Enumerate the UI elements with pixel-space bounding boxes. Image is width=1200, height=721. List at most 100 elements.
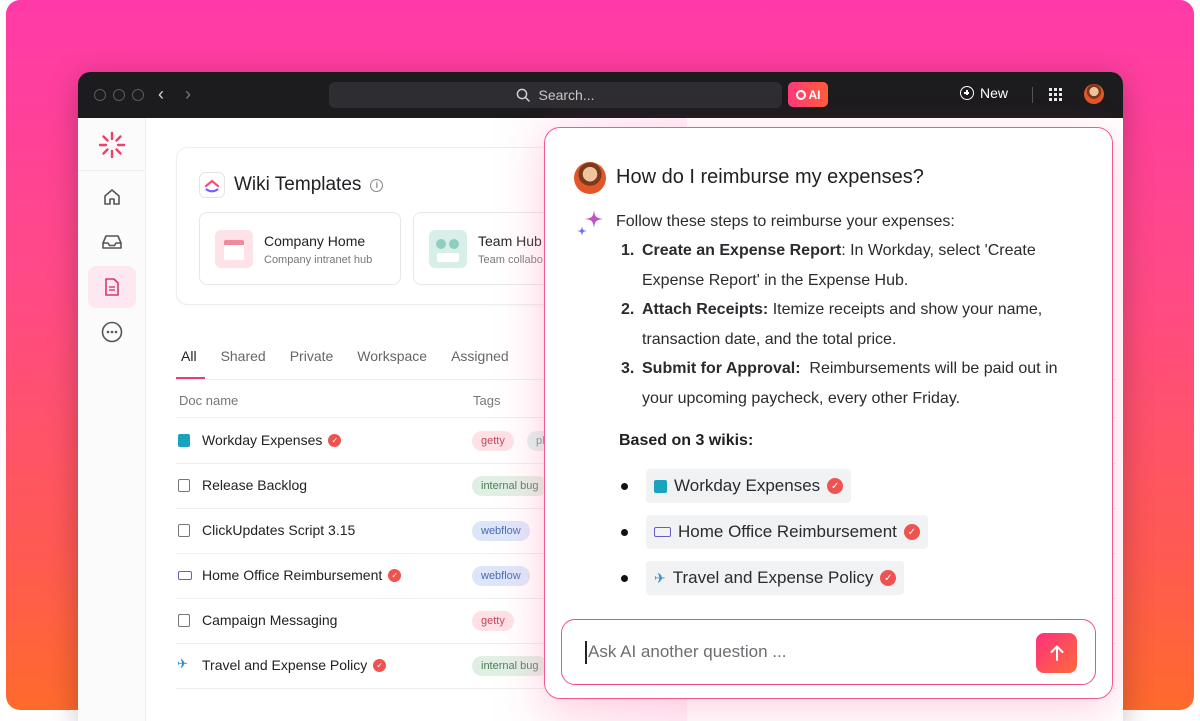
sidebar-divider: [78, 170, 146, 171]
tab-assigned[interactable]: Assigned: [451, 348, 509, 364]
sidebar-item-docs[interactable]: [88, 266, 136, 308]
wiki-templates-heading: Wiki Templates i: [199, 172, 384, 198]
sources-heading: Based on 3 wikis:: [619, 432, 754, 449]
workday-icon: [178, 434, 190, 447]
clickup-logo-icon[interactable]: [97, 130, 127, 160]
doc-icon: [178, 479, 190, 492]
bullet: [621, 574, 628, 582]
airplane-icon: ✈: [177, 656, 188, 671]
search-icon: [517, 88, 531, 102]
ask-ai-input[interactable]: [588, 638, 1028, 666]
source-link-travel-and-expense-policy[interactable]: ✈ Travel and Expense Policy ✓: [646, 561, 905, 595]
template-company-home[interactable]: Company Home Company intranet hub: [199, 212, 401, 285]
search-bar[interactable]: Search...: [329, 82, 782, 108]
step-number: 3.: [621, 360, 635, 377]
more-icon: [101, 321, 123, 343]
tag-chip[interactable]: getty: [472, 611, 514, 631]
apps-grid-icon[interactable]: [1049, 88, 1062, 101]
source-name: Home Office Reimbursement: [678, 522, 897, 541]
doc-name-text: Campaign Messaging: [202, 612, 338, 628]
plus-circle-icon: [960, 86, 974, 100]
doc-name-text: Travel and Expense Policy: [202, 657, 368, 673]
answer-step: 3. Submit for Approval: Reimbursements w…: [621, 354, 1091, 413]
search-placeholder: Search...: [538, 87, 595, 103]
doc-name-text: Release Backlog: [202, 477, 308, 493]
doc-icon: [178, 614, 190, 627]
doc-name: ClickUpdates Script 3.15: [202, 522, 355, 538]
window-close-control[interactable]: [94, 89, 106, 101]
title-bar: ‹ › Search... AI New: [78, 72, 1123, 118]
step-number: 1.: [621, 242, 635, 259]
airplane-icon: ✈: [654, 569, 666, 586]
arrow-up-icon: [1050, 645, 1063, 661]
step-title: Create an Expense Report: [642, 242, 842, 259]
wiki-templates-title: Wiki Templates: [234, 174, 362, 195]
sidebar-item-more[interactable]: [88, 311, 136, 353]
answer-step: 2. Attach Receipts: Itemize receipts and…: [621, 295, 1091, 354]
verified-icon: ✓: [388, 568, 402, 582]
answer-step: 1. Create an Expense Report: In Workday,…: [621, 236, 1091, 295]
sidebar-item-inbox[interactable]: [88, 221, 136, 263]
source-item: ✈ Travel and Expense Policy ✓: [621, 561, 905, 595]
back-arrow-icon[interactable]: ‹: [158, 84, 164, 105]
tag-chip[interactable]: internal bug: [472, 656, 548, 676]
ai-button[interactable]: AI: [788, 82, 828, 107]
step-text: Attach Receipts: Itemize receipts and sh…: [642, 295, 1091, 354]
source-name: Workday Expenses: [674, 476, 821, 495]
source-item: Workday Expenses ✓: [621, 469, 852, 503]
doc-name-text: Home Office Reimbursement: [202, 567, 383, 583]
tab-private[interactable]: Private: [290, 348, 334, 364]
tab-workspace[interactable]: Workspace: [357, 348, 427, 364]
doc-name: Campaign Messaging: [202, 612, 337, 628]
template-name: Team Hub: [478, 233, 542, 249]
tag-chip[interactable]: webflow: [472, 566, 530, 586]
sidebar: [78, 118, 146, 721]
new-button[interactable]: New: [960, 85, 1008, 101]
step-number: 2.: [621, 301, 635, 318]
tag-chip[interactable]: internal bug: [472, 476, 548, 496]
step-title: Submit for Approval:: [642, 360, 801, 377]
doc-icon: [178, 524, 190, 537]
tab-shared[interactable]: Shared: [221, 348, 266, 364]
clickup-mark-icon: [199, 172, 225, 198]
window-zoom-control[interactable]: [132, 89, 144, 101]
inbox-icon: [102, 235, 122, 249]
ai-label: AI: [808, 87, 821, 102]
template-name: Company Home: [264, 233, 366, 249]
verified-icon: ✓: [373, 658, 387, 672]
tab-all[interactable]: All: [181, 348, 197, 364]
info-icon[interactable]: i: [370, 178, 384, 192]
doc-name: Release Backlog: [202, 477, 307, 493]
tag-chip[interactable]: webflow: [472, 521, 530, 541]
user-avatar: [574, 162, 606, 194]
column-header-doc-name[interactable]: Doc name: [179, 393, 238, 408]
source-name: Travel and Expense Policy: [672, 568, 874, 587]
keyboard-icon: [654, 527, 671, 537]
verified-icon: ✓: [328, 433, 342, 447]
source-link-workday-expenses[interactable]: Workday Expenses ✓: [646, 469, 852, 503]
template-subtitle: Team collabo: [478, 254, 543, 266]
verified-icon: ✓: [903, 524, 920, 540]
send-button[interactable]: [1036, 633, 1077, 673]
source-link-home-office-reimbursement[interactable]: Home Office Reimbursement ✓: [646, 515, 928, 549]
template-subtitle: Company intranet hub: [264, 254, 373, 266]
ask-ai-box: [561, 619, 1096, 685]
ai-answer-panel: How do I reimburse my expenses? Follow t…: [544, 127, 1113, 699]
doc-name-text: ClickUpdates Script 3.15: [202, 522, 356, 538]
document-icon: [105, 278, 119, 296]
bullet: [621, 482, 628, 490]
titlebar-divider: [1032, 87, 1033, 103]
forward-arrow-icon[interactable]: ›: [185, 84, 191, 105]
keyboard-icon: [178, 571, 192, 580]
column-header-tags[interactable]: Tags: [473, 393, 500, 408]
doc-name-text: Workday Expenses: [202, 432, 323, 448]
ai-answer-steps: 1. Create an Expense Report: In Workday,…: [621, 236, 1091, 413]
sidebar-item-home[interactable]: [88, 176, 136, 218]
verified-icon: ✓: [880, 570, 897, 586]
step-text: Create an Expense Report: In Workday, se…: [642, 236, 1091, 295]
user-avatar[interactable]: [1084, 84, 1104, 104]
tag-chip[interactable]: getty: [472, 431, 514, 451]
company-home-thumbnail-icon: [215, 230, 253, 268]
window-minimize-control[interactable]: [113, 89, 125, 101]
step-separator: :: [841, 242, 851, 259]
